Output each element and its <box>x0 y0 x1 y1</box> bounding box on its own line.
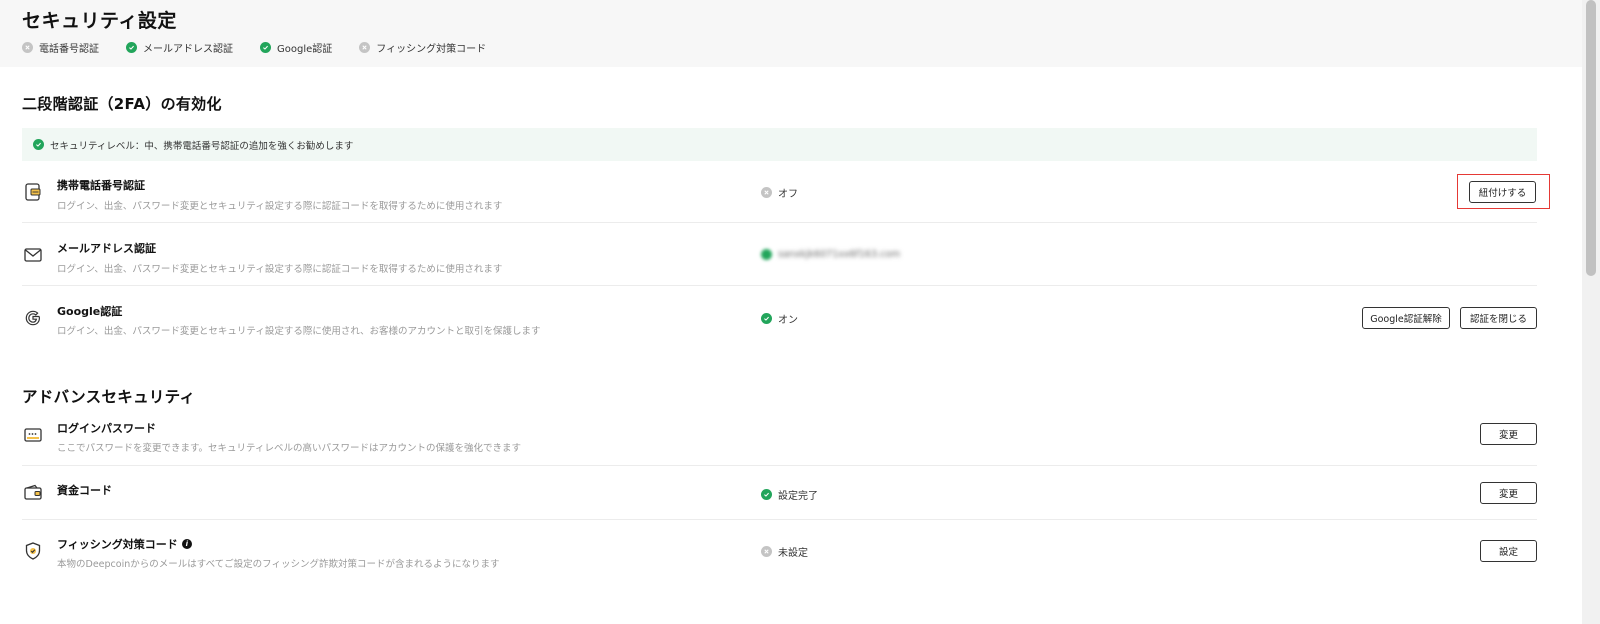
unbind-google-button[interactable]: Google認証解除 <box>1362 307 1450 329</box>
status-text: 設定完了 <box>778 491 818 502</box>
phone-status: オフ <box>761 185 798 200</box>
email-status: sanxkjk6071xx6f163.com <box>761 249 900 260</box>
row-description: 本物のDeepcoinからのメールはすべてご設定のフィッシング詐欺対策コードが含… <box>57 559 500 570</box>
security-level-banner: セキュリティレベル：中、携帯電話番号認証の追加を強くお勧めします <box>22 128 1537 161</box>
status-google: Google認証 <box>260 40 332 55</box>
login-password-row: ログインパスワード ここでパスワードを変更できます。セキュリティレベルの高いパス… <box>22 408 1537 466</box>
antiphishing-status: 未設定 <box>761 544 808 559</box>
info-icon[interactable]: i <box>181 539 192 549</box>
status-label: 電話番号認証 <box>39 44 99 55</box>
row-title: 携帯電話番号認証 <box>57 179 145 192</box>
row-description: ログイン、出金、パスワード変更とセキュリティ設定する際に認証コードを取得するため… <box>57 201 503 212</box>
check-circle-icon <box>260 42 271 53</box>
status-text: 未設定 <box>778 548 808 559</box>
security-header: セキュリティ設定 電話番号認証 メールアドレス認証 Google認証 フィッシン… <box>0 0 1582 67</box>
set-antiphishing-button[interactable]: 設定 <box>1480 540 1537 562</box>
close-circle-icon <box>359 42 371 53</box>
email-auth-row: メールアドレス認証 ログイン、出金、パスワード変更とセキュリティ設定する際に認証… <box>22 224 1537 286</box>
google-status: オン <box>761 311 798 326</box>
fund-code-status: 設定完了 <box>761 487 818 502</box>
row-description: ここでパスワードを変更できます。セキュリティレベルの高いパスワードはアカウントの… <box>57 443 521 454</box>
close-circle-icon <box>22 42 33 53</box>
row-title-text: フィッシング対策コード <box>57 538 178 551</box>
close-circle-icon <box>761 187 772 198</box>
status-text: オン <box>778 315 798 326</box>
scrollbar-thumb[interactable] <box>1586 0 1596 276</box>
google-icon <box>22 307 44 329</box>
row-title: 資金コード <box>57 484 112 497</box>
status-label: フィッシング対策コード <box>376 44 487 55</box>
status-text: オフ <box>778 189 798 200</box>
twofa-section-title: 二段階認証（2FA）の有効化 <box>22 95 222 113</box>
status-label: メールアドレス認証 <box>143 44 233 55</box>
status-phone: 電話番号認証 <box>22 40 99 55</box>
fund-code-row: 資金コード 設定完了 <box>22 467 1537 520</box>
wallet-icon <box>22 482 44 504</box>
password-icon <box>22 424 44 446</box>
check-circle-icon <box>761 249 772 260</box>
phone-icon <box>22 181 44 203</box>
highlight-box <box>1457 174 1550 209</box>
status-antiphishing: フィッシング対策コード <box>359 40 486 55</box>
row-description: ログイン、出金、パスワード変更とセキュリティ設定する際に認証コードを取得するため… <box>57 264 503 275</box>
advanced-section-title: アドバンスセキュリティ <box>22 388 196 406</box>
status-label: Google認証 <box>277 44 333 55</box>
shield-icon <box>22 540 44 562</box>
google-auth-row: Google認証 ログイン、出金、パスワード変更とセキュリティ設定する際に使用さ… <box>22 287 1537 349</box>
close-circle-icon <box>761 546 772 557</box>
check-circle-icon <box>33 139 44 150</box>
check-circle-icon <box>761 313 772 324</box>
page-scrollbar[interactable] <box>1582 0 1600 624</box>
change-password-button[interactable]: 変更 <box>1480 423 1537 445</box>
check-circle-icon <box>126 42 137 53</box>
antiphishing-row: フィッシング対策コード i 本物のDeepcoinからのメールはすべてご設定のフ… <box>22 521 1537 581</box>
close-google-auth-button[interactable]: 認証を閉じる <box>1460 307 1537 329</box>
row-title: Google認証 <box>57 305 123 318</box>
row-title: フィッシング対策コード i <box>57 536 192 552</box>
banner-text: セキュリティレベル：中、携帯電話番号認証の追加を強くお勧めします <box>50 140 354 152</box>
row-title: メールアドレス認証 <box>57 242 156 255</box>
change-fund-code-button[interactable]: 変更 <box>1480 482 1537 504</box>
page-title: セキュリティ設定 <box>22 10 177 32</box>
status-email: メールアドレス認証 <box>126 40 233 55</box>
row-title: ログインパスワード <box>57 422 156 435</box>
check-circle-icon <box>761 489 772 500</box>
mail-icon <box>22 244 44 266</box>
email-address: sanxkjk6071xx6f163.com <box>778 249 901 260</box>
phone-auth-row: 携帯電話番号認証 ログイン、出金、パスワード変更とセキュリティ設定する際に認証コ… <box>22 162 1537 223</box>
row-description: ログイン、出金、パスワード変更とセキュリティ設定する際に使用され、お客様のアカウ… <box>57 326 541 337</box>
security-status-row: 電話番号認証 メールアドレス認証 Google認証 フィッシング対策コード <box>22 40 513 55</box>
